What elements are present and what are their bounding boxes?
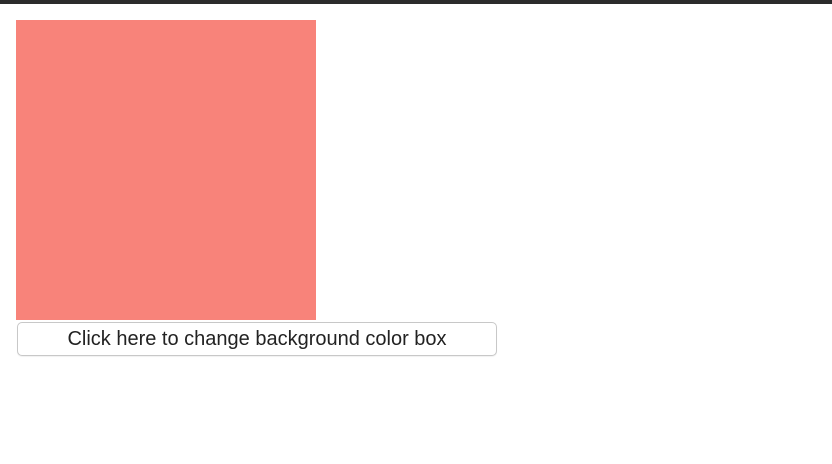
window-top-border xyxy=(0,0,832,4)
color-box xyxy=(16,20,316,320)
change-background-color-button[interactable]: Click here to change background color bo… xyxy=(17,322,497,356)
